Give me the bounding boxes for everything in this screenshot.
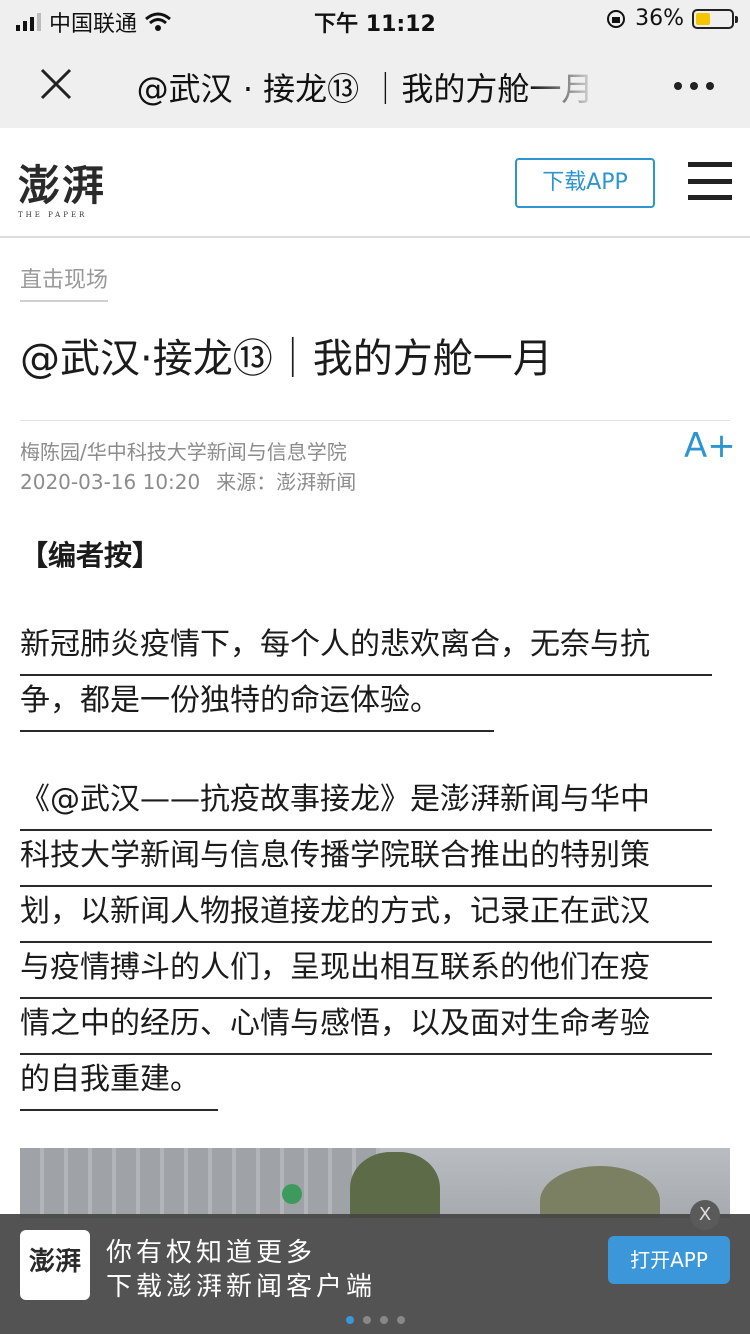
logo-text: 澎湃 xyxy=(18,161,107,210)
banner-line-2: 下载澎湃新闻客户端 xyxy=(106,1272,377,1302)
battery-icon xyxy=(692,8,738,29)
photo-sign xyxy=(282,1184,302,1204)
app-promo-banner: X 澎湃 你有权知道更多 下载澎湃新闻客户端 打开APP xyxy=(0,1200,750,1334)
photo-tree xyxy=(540,1166,660,1218)
more-icon[interactable] xyxy=(674,66,714,106)
status-bar: 中国联通 下午 11:12 36% xyxy=(0,0,750,40)
banner-line-1: 你有权知道更多 xyxy=(106,1238,317,1268)
open-app-button[interactable]: 打开APP xyxy=(608,1236,730,1284)
download-app-button[interactable]: 下载APP xyxy=(515,158,655,208)
site-logo[interactable]: 澎湃 THE PAPER xyxy=(18,152,106,219)
site-header: 澎湃 THE PAPER 下载APP xyxy=(0,128,750,238)
text-line: 划，以新闻人物报道接龙的方式，记录正在武汉 xyxy=(20,887,712,943)
text-line: 的自我重建。 xyxy=(20,1055,218,1111)
page-dot xyxy=(345,1316,354,1324)
paragraph: 新冠肺炎疫情下，每个人的悲欢离合，无奈与抗 争，都是一份独特的命运体验。 xyxy=(20,620,732,732)
article-author: 梅陈园/华中科技大学新闻与信息学院 xyxy=(20,440,347,464)
page-dot xyxy=(396,1316,405,1324)
photo-tree xyxy=(350,1152,440,1218)
article-source: 来源：澎湃新闻 xyxy=(216,470,357,494)
battery-percent: 36% xyxy=(635,6,684,31)
article-title: @武汉·接龙⑬｜我的方舱一月 xyxy=(20,336,553,382)
paragraph: 《@武汉——抗疫故事接龙》是澎湃新闻与华中 科技大学新闻与信息传播学院联合推出的… xyxy=(20,775,732,1111)
article-category[interactable]: 直击现场 xyxy=(20,262,109,302)
text-line: 新冠肺炎疫情下，每个人的悲欢离合，无奈与抗 xyxy=(20,620,712,676)
text-line: 情之中的经历、心情与感悟，以及面对生命考验 xyxy=(20,999,712,1055)
orientation-lock-icon xyxy=(607,9,626,28)
hamburger-menu-icon[interactable] xyxy=(688,162,732,200)
font-size-button[interactable]: A+ xyxy=(684,426,736,466)
logo-subtext: THE PAPER xyxy=(18,211,88,219)
text-line: 《@武汉——抗疫故事接龙》是澎湃新闻与华中 xyxy=(20,775,712,831)
close-icon[interactable] xyxy=(36,64,76,104)
editor-note-heading: 【编者按】 xyxy=(20,539,161,572)
nav-title: @武汉 · 接龙⑬ ｜我的方舱一月 xyxy=(136,70,594,108)
page-indicator xyxy=(0,1316,750,1324)
page-dot xyxy=(362,1316,371,1324)
article-photo[interactable] xyxy=(20,1148,730,1218)
text-line: 科技大学新闻与信息传播学院联合推出的特别策 xyxy=(20,831,712,887)
article-dateline: 2020-03-16 10:20 来源：澎湃新闻 xyxy=(20,466,372,495)
text-line: 与疫情搏斗的人们，呈现出相互联系的他们在疫 xyxy=(20,943,712,999)
article-date: 2020-03-16 10:20 xyxy=(20,470,201,494)
status-right: 36% xyxy=(605,6,738,31)
photo-building xyxy=(20,1148,380,1218)
banner-text: 你有权知道更多 下载澎湃新闻客户端 xyxy=(106,1236,376,1304)
page-dot xyxy=(379,1316,388,1324)
nav-bar: @武汉 · 接龙⑬ ｜我的方舱一月 xyxy=(0,40,750,128)
divider xyxy=(20,420,730,421)
text-line: 争，都是一份独特的命运体验。 xyxy=(20,676,494,732)
banner-close-button[interactable]: X xyxy=(690,1200,720,1230)
banner-app-logo: 澎湃 xyxy=(20,1230,90,1300)
